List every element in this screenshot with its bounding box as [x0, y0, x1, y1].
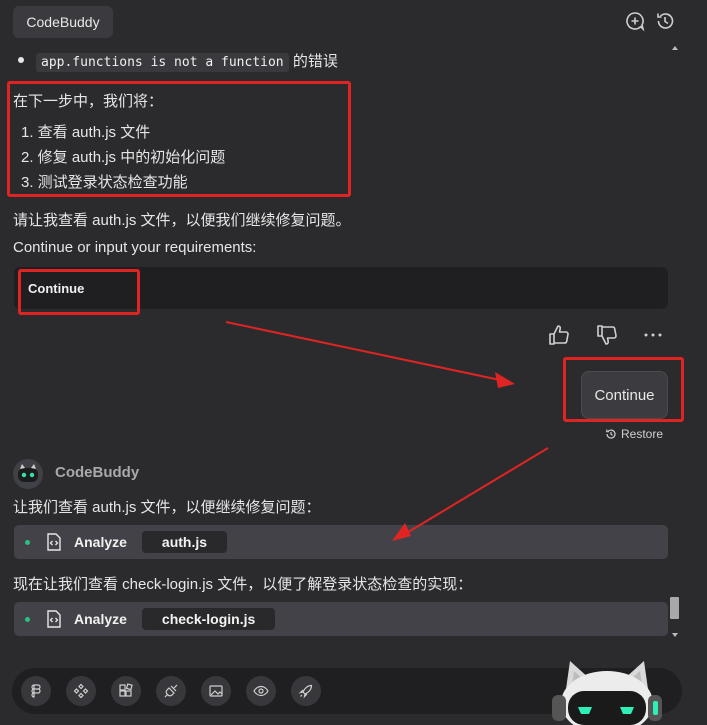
plug-icon[interactable]	[156, 676, 186, 706]
components-icon[interactable]	[66, 676, 96, 706]
eye-icon[interactable]	[246, 676, 276, 706]
annotation-arrows	[225, 321, 549, 541]
image-icon[interactable]	[201, 676, 231, 706]
figma-icon[interactable]	[21, 676, 51, 706]
blocks-icon[interactable]	[111, 676, 141, 706]
codebuddy-mascot-icon	[552, 661, 662, 725]
rocket-icon[interactable]	[291, 676, 321, 706]
